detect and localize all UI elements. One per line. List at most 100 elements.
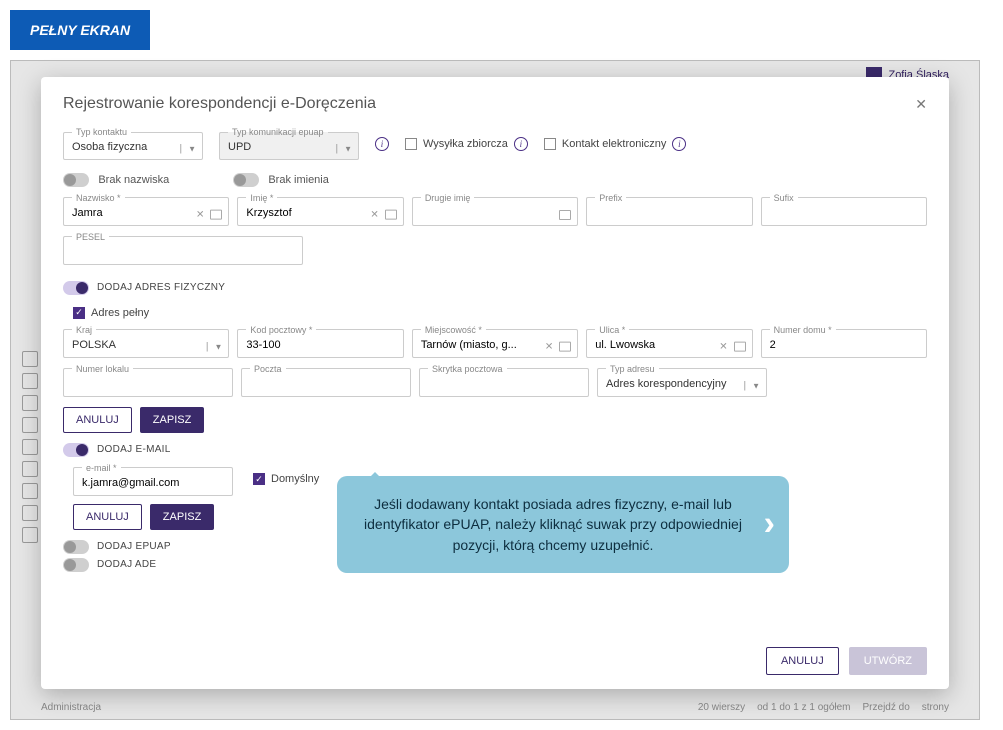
divider: | (206, 341, 209, 352)
sufix-value[interactable] (770, 203, 918, 221)
fullscreen-button[interactable]: PEŁNY EKRAN (10, 10, 150, 50)
toggle-label: Brak imienia (268, 174, 329, 186)
field-legend: Kod pocztowy * (246, 325, 316, 335)
clear-icon[interactable]: ✕ (545, 341, 553, 352)
pesel-input[interactable]: PESEL (63, 232, 303, 265)
info-icon[interactable]: i (672, 137, 686, 151)
tutorial-callout: Jeśli dodawany kontakt posiada adres fiz… (337, 476, 789, 573)
nrdomu-value[interactable] (770, 335, 918, 353)
divider: | (335, 144, 338, 155)
sidebar-icon (22, 527, 38, 543)
field-legend: Prefix (595, 193, 626, 203)
poczta-input[interactable]: Poczta (241, 364, 411, 397)
field-legend: Skrytka pocztowa (428, 364, 507, 374)
sidebar-icon (22, 439, 38, 455)
close-icon[interactable]: ✕ (915, 96, 927, 113)
poczta-value[interactable] (250, 374, 402, 392)
kod-value[interactable] (246, 335, 394, 353)
field-legend: PESEL (72, 232, 109, 242)
bg-footer-left: Administracja (41, 702, 101, 713)
numer-domu-input[interactable]: Numer domu * (761, 325, 927, 358)
email-anuluj-button[interactable]: ANULUJ (73, 504, 142, 530)
app-stage: Zofia Śląska Administracja 20 wierszy od… (10, 60, 980, 720)
field-value: Adres korespondencyjny (606, 374, 758, 392)
bg-footer-range: od 1 do 1 z 1 ogółem (757, 702, 850, 713)
numer-lokalu-input[interactable]: Numer lokalu (63, 364, 233, 397)
brak-nazwiska-toggle[interactable] (63, 173, 89, 187)
modal-utworz-button[interactable]: UTWÓRZ (849, 647, 927, 675)
ulica-input[interactable]: Ulica * ✕ (586, 325, 752, 358)
dodaj-ade-toggle[interactable] (63, 558, 89, 572)
pesel-value[interactable] (72, 242, 294, 260)
email-value[interactable] (82, 473, 224, 491)
field-legend: Imię * (246, 193, 277, 203)
adres-zapisz-button[interactable]: ZAPISZ (140, 407, 205, 433)
bg-footer-pages: strony (922, 702, 949, 713)
info-icon[interactable]: i (514, 137, 528, 151)
checkbox-label: Domyślny (271, 473, 319, 485)
field-legend: Typ komunikacji epuap (228, 127, 328, 137)
adres-pelny-checkbox[interactable]: ✓ (73, 307, 85, 319)
typ-kontaktu-select[interactable]: Typ kontaktu Osoba fizyczna |▼ (63, 127, 203, 160)
dodaj-adres-toggle[interactable] (63, 281, 89, 295)
brak-imienia-toggle[interactable] (233, 173, 259, 187)
clear-icon[interactable]: ✕ (370, 209, 378, 220)
sidebar-icon (22, 505, 38, 521)
field-value: POLSKA (72, 335, 220, 353)
nrlok-value[interactable] (72, 374, 224, 392)
bg-footer: Administracja 20 wierszy od 1 do 1 z 1 o… (41, 702, 949, 713)
checkbox-label: Wysyłka zbiorcza (423, 138, 508, 150)
chevron-down-icon: ▼ (344, 145, 352, 154)
keyboard-icon (559, 210, 571, 220)
sufix-input[interactable]: Sufix (761, 193, 927, 226)
dodaj-epuap-toggle[interactable] (63, 540, 89, 554)
toggle-label: Brak nazwiska (98, 174, 169, 186)
sidebar-icon (22, 483, 38, 499)
email-zapisz-button[interactable]: ZAPISZ (150, 504, 215, 530)
email-input[interactable]: e-mail * (73, 463, 233, 496)
field-value: UPD (228, 137, 350, 155)
miejscowosc-input[interactable]: Miejscowość * ✕ (412, 325, 578, 358)
bg-footer-rows: 20 wierszy (698, 702, 745, 713)
modal-anuluj-button[interactable]: ANULUJ (766, 647, 839, 675)
section-label: DODAJ ADRES FIZYCZNY (97, 282, 225, 293)
field-legend: Numer lokalu (72, 364, 133, 374)
kraj-select[interactable]: Kraj POLSKA |▼ (63, 325, 229, 358)
keyboard-icon (734, 342, 746, 352)
skrytka-value[interactable] (428, 374, 580, 392)
imie-input[interactable]: Imię * ✕ (237, 193, 403, 226)
divider: | (179, 144, 182, 155)
clear-icon[interactable]: ✕ (196, 209, 204, 220)
wysylka-zbiorcza-checkbox[interactable] (405, 138, 417, 150)
field-legend: Sufix (770, 193, 798, 203)
chevron-down-icon: ▼ (214, 342, 222, 351)
section-label: DODAJ ADE (97, 559, 156, 570)
typ-adresu-select[interactable]: Typ adresu Adres korespondencyjny |▼ (597, 364, 767, 397)
dodaj-email-toggle[interactable] (63, 443, 89, 457)
divider: | (743, 380, 746, 391)
sidebar-icon (22, 395, 38, 411)
nazwisko-input[interactable]: Nazwisko * ✕ (63, 193, 229, 226)
field-legend: Miejscowość * (421, 325, 486, 335)
skrytka-input[interactable]: Skrytka pocztowa (419, 364, 589, 397)
drugie-imie-value[interactable] (421, 203, 569, 221)
prefix-input[interactable]: Prefix (586, 193, 752, 226)
field-legend: Nazwisko * (72, 193, 125, 203)
keyboard-icon (559, 342, 571, 352)
kontakt-elektroniczny-checkbox[interactable] (544, 138, 556, 150)
chevron-down-icon: ▼ (752, 381, 760, 390)
drugie-imie-input[interactable]: Drugie imię (412, 193, 578, 226)
modal-title: Rejestrowanie korespondencji e-Doręczeni… (63, 95, 376, 113)
checkbox-label: Adres pełny (91, 307, 149, 319)
info-icon[interactable]: i (375, 137, 389, 151)
field-legend: Poczta (250, 364, 286, 374)
adres-anuluj-button[interactable]: ANULUJ (63, 407, 132, 433)
sidebar-icon (22, 417, 38, 433)
domyslny-checkbox[interactable]: ✓ (253, 473, 265, 485)
keyboard-icon (210, 210, 222, 220)
prefix-value[interactable] (595, 203, 743, 221)
registration-modal: Rejestrowanie korespondencji e-Doręczeni… (41, 77, 949, 689)
clear-icon[interactable]: ✕ (719, 341, 727, 352)
kod-pocztowy-input[interactable]: Kod pocztowy * (237, 325, 403, 358)
callout-next-icon[interactable]: › (764, 500, 775, 549)
